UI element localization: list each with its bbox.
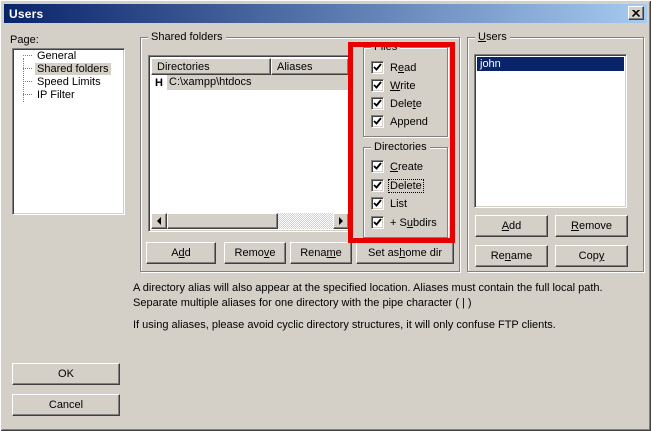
page-label: Page: (10, 34, 39, 46)
users-listbox[interactable]: john (474, 54, 627, 208)
cancel-button[interactable]: Cancel (12, 394, 120, 416)
delete-dir-label[interactable]: Delete (389, 180, 423, 192)
directory-row[interactable]: H C:\xampp\htdocs (151, 75, 349, 90)
alias-note: A directory alias will also appear at th… (133, 281, 641, 311)
create-dir-checkbox[interactable] (371, 160, 384, 173)
ok-button[interactable]: OK (12, 363, 120, 385)
dirs-create: Create (371, 160, 424, 173)
add-folder-button[interactable]: Add (146, 242, 216, 264)
page-item-general[interactable]: General (13, 49, 124, 62)
files-write: Write (371, 79, 416, 92)
tree-stub (23, 68, 32, 69)
page-item-label: Speed Limits (35, 76, 103, 88)
horizontal-scrollbar[interactable] (151, 213, 349, 229)
column-header-aliases[interactable]: Aliases (271, 58, 349, 75)
window-title: Users (9, 7, 43, 21)
files-read: Read (371, 61, 417, 74)
create-dir-label[interactable]: Create (389, 161, 424, 173)
scroll-right-button[interactable] (333, 213, 349, 229)
tree-line (23, 58, 24, 102)
page-item-label: IP Filter (35, 89, 77, 101)
list-dir-checkbox[interactable] (371, 197, 384, 210)
listview-header: Directories Aliases (151, 58, 349, 75)
page-item-ip-filter[interactable]: IP Filter (13, 88, 124, 101)
title-bar[interactable]: Users (4, 4, 647, 23)
dirs-subdirs: + Subdirs (371, 216, 438, 229)
cyclic-note: If using aliases, please avoid cyclic di… (133, 318, 641, 333)
close-button[interactable] (628, 6, 644, 20)
user-item-john[interactable]: john (477, 57, 624, 71)
check-icon (373, 218, 382, 227)
check-icon (373, 117, 382, 126)
read-checkbox[interactable] (371, 61, 384, 74)
set-as-home-dir-button[interactable]: Set as home dir (356, 242, 454, 264)
files-append: Append (371, 115, 429, 128)
arrow-left-icon (153, 217, 161, 225)
directories-group-label: Directories (371, 141, 430, 153)
page-item-label: Shared folders (35, 63, 111, 75)
remove-folder-button[interactable]: Remove (224, 242, 286, 264)
subdirs-label[interactable]: + Subdirs (389, 217, 438, 229)
tree-stub (23, 81, 32, 82)
check-icon (373, 99, 382, 108)
remove-user-button[interactable]: Remove (555, 215, 628, 237)
dirs-delete: Delete (371, 179, 423, 192)
rename-folder-button[interactable]: Rename (290, 242, 352, 264)
column-header-directories[interactable]: Directories (151, 58, 271, 75)
rename-user-button[interactable]: Rename (475, 245, 548, 267)
tree-stub (23, 55, 32, 56)
tree-stub (23, 94, 32, 95)
page-list[interactable]: General Shared folders Speed Limits IP F… (12, 48, 125, 215)
check-icon (373, 181, 382, 190)
dirs-list: List (371, 197, 408, 210)
append-checkbox[interactable] (371, 115, 384, 128)
read-label[interactable]: Read (389, 62, 417, 74)
close-icon (632, 10, 640, 17)
users-dialog: Users Page: General Shared folders Speed… (0, 0, 651, 431)
scroll-left-button[interactable] (151, 213, 167, 229)
check-icon (373, 199, 382, 208)
directories-listview[interactable]: Directories Aliases H C:\xampp\htdocs (148, 55, 352, 232)
page-item-speed-limits[interactable]: Speed Limits (13, 75, 124, 88)
directory-path: C:\xampp\htdocs (167, 75, 349, 90)
check-icon (373, 162, 382, 171)
add-user-button[interactable]: Add (475, 215, 548, 237)
delete-file-label[interactable]: Delete (389, 98, 423, 110)
delete-dir-checkbox[interactable] (371, 179, 384, 192)
files-delete: Delete (371, 97, 423, 110)
write-label[interactable]: Write (389, 80, 416, 92)
files-group-label: Files (371, 41, 400, 53)
scrollbar-thumb[interactable] (167, 213, 278, 229)
shared-folders-group-label: Shared folders (148, 31, 226, 43)
check-icon (373, 81, 382, 90)
copy-user-button[interactable]: Copy (555, 245, 628, 267)
page-item-shared-folders[interactable]: Shared folders (13, 62, 124, 75)
subdirs-checkbox[interactable] (371, 216, 384, 229)
arrow-right-icon (339, 217, 347, 225)
page-item-label: General (35, 50, 78, 62)
write-checkbox[interactable] (371, 79, 384, 92)
list-dir-label[interactable]: List (389, 198, 408, 210)
check-icon (373, 63, 382, 72)
delete-file-checkbox[interactable] (371, 97, 384, 110)
users-group-label: Users (475, 31, 510, 43)
append-label[interactable]: Append (389, 116, 429, 128)
home-dir-marker: H (151, 77, 167, 89)
